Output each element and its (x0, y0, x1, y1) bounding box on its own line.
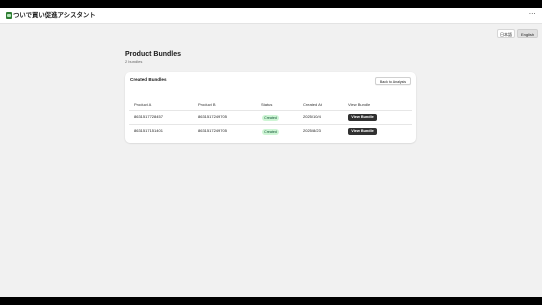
language-japanese-button[interactable]: 日本語 (497, 29, 515, 38)
status-badge: Created (262, 129, 279, 135)
row-divider (129, 124, 412, 125)
more-options-icon[interactable]: ⋯ (529, 10, 536, 19)
row-product-a: 8631517151401 (134, 128, 163, 133)
row-product-a: 8631517728457 (134, 114, 163, 119)
row-product-b: 8631517249705 (198, 114, 227, 119)
row-created-at: 2025/8/23 (303, 128, 321, 133)
app-logo-icon (6, 12, 12, 19)
status-badge: Created (262, 115, 279, 121)
column-header-product-a: Product A (134, 102, 152, 107)
language-english-button[interactable]: English (517, 29, 538, 38)
column-header-product-b: Product B (198, 102, 216, 107)
card-title: Created Bundles (130, 77, 167, 82)
created-bundles-card: Created Bundles Back to Analysis Product… (125, 72, 416, 143)
row-product-b: 8631517249705 (198, 128, 227, 133)
page-title: Product Bundles (125, 51, 182, 58)
app-header: ついで買い促進アシスタント ⋯ (0, 8, 542, 24)
app-title: ついで買い促進アシスタント (13, 12, 96, 19)
view-bundle-button[interactable]: View Bundle (348, 128, 377, 135)
row-created-at: 2025/10/4 (303, 114, 321, 119)
app-screen: ついで買い促進アシスタント ⋯ 日本語 English Product Bund… (0, 8, 542, 297)
bundle-count: 2 bundles (125, 59, 143, 64)
view-bundle-button[interactable]: View Bundle (348, 114, 377, 121)
header-divider (129, 110, 412, 111)
column-header-status: Status (261, 102, 273, 107)
column-header-created-at: Created At (303, 102, 322, 107)
back-to-analysis-button[interactable]: Back to Analysis (375, 77, 411, 85)
column-header-view-bundle: View Bundle (348, 102, 371, 107)
